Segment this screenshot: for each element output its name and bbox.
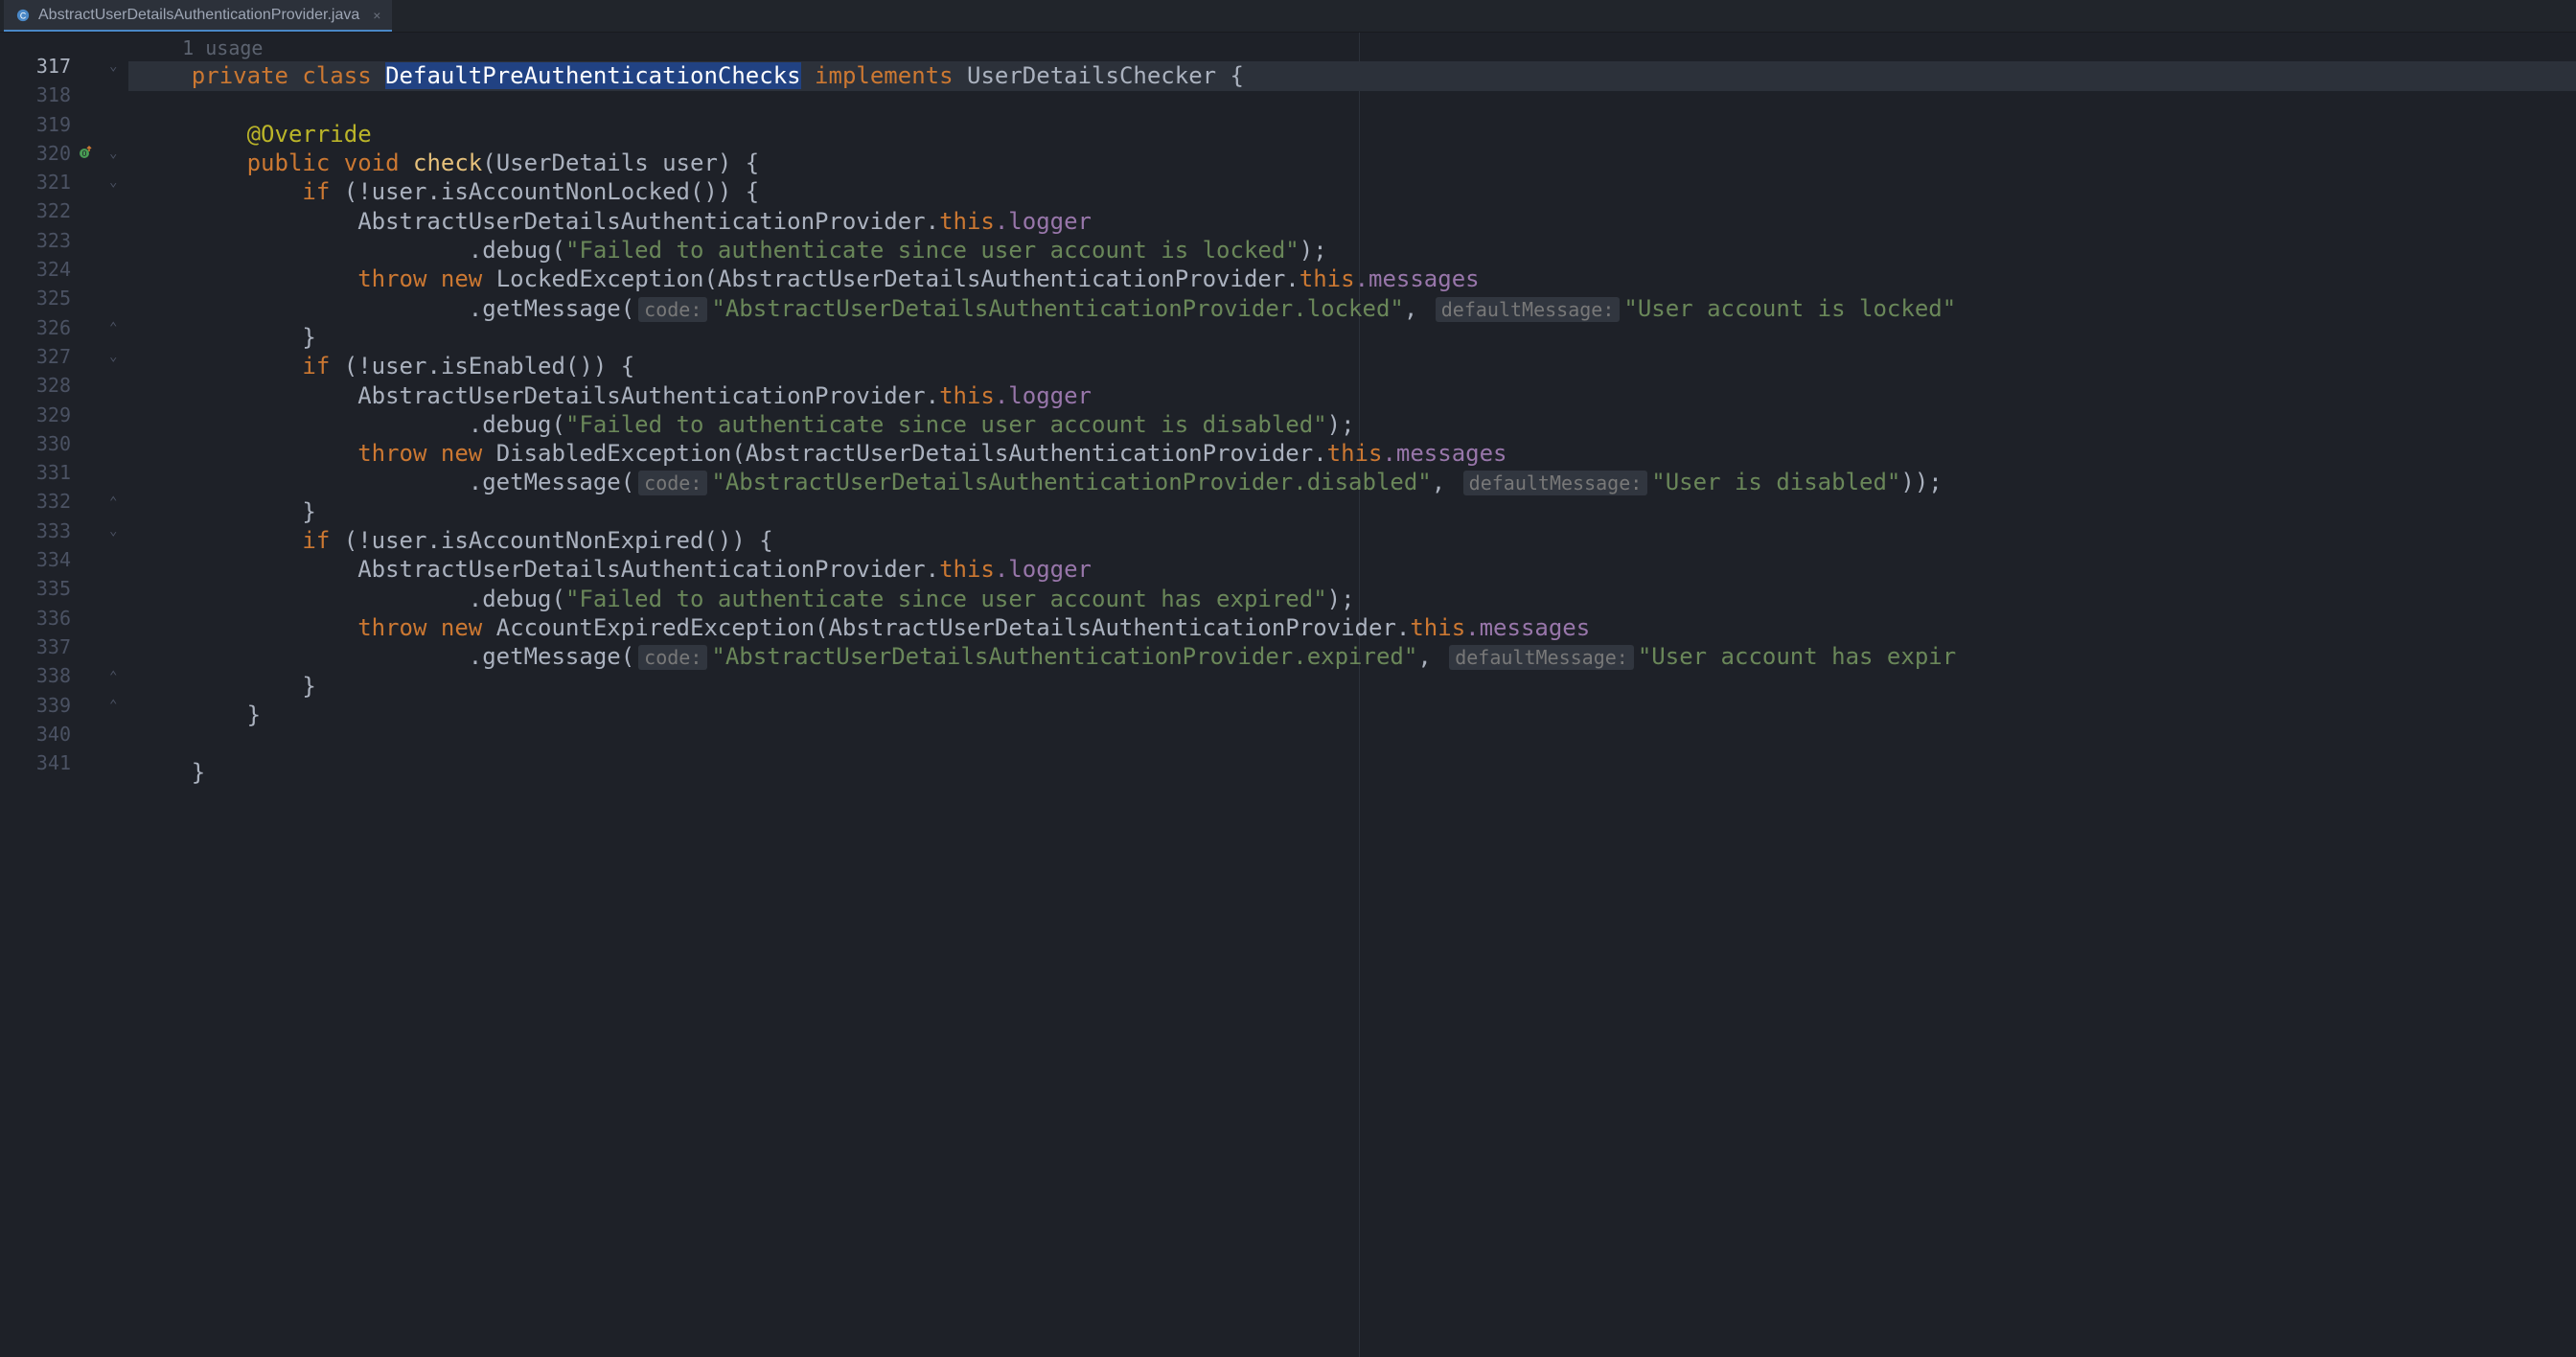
line-number[interactable]: 331 — [0, 458, 71, 487]
code-line[interactable]: .getMessage(code:"AbstractUserDetailsAut… — [128, 642, 2576, 671]
code-line[interactable]: public void check(UserDetails user) { — [128, 149, 2576, 177]
fold-marker-icon[interactable]: ⌃ — [109, 313, 117, 342]
code-line[interactable]: throw new LockedException(AbstractUserDe… — [128, 264, 2576, 293]
line-number[interactable]: 318 — [0, 80, 71, 109]
fold-marker-icon[interactable]: ⌄ — [109, 342, 117, 371]
line-number[interactable]: 317 — [0, 52, 71, 80]
line-number[interactable]: 332 — [0, 487, 71, 516]
line-number[interactable]: 341 — [0, 748, 71, 777]
line-number[interactable]: 338 — [0, 661, 71, 690]
gutter: 317 318 319 320 321 322 323 324 325 326 … — [0, 33, 105, 1357]
code-line[interactable]: AbstractUserDetailsAuthenticationProvide… — [128, 555, 2576, 584]
code-line[interactable] — [128, 729, 2576, 758]
code-line[interactable]: AbstractUserDetailsAuthenticationProvide… — [128, 207, 2576, 236]
fold-marker-icon[interactable]: ⌃ — [109, 488, 117, 517]
line-number[interactable]: 327 — [0, 342, 71, 371]
fold-marker-icon[interactable]: ⌄ — [109, 52, 117, 80]
code-line[interactable]: .getMessage(code:"AbstractUserDetailsAut… — [128, 294, 2576, 323]
fold-marker-icon[interactable]: ⌃ — [109, 691, 117, 720]
file-tab[interactable]: C AbstractUserDetailsAuthenticationProvi… — [4, 0, 392, 32]
line-number[interactable]: 323 — [0, 226, 71, 255]
line-number[interactable]: 329 — [0, 401, 71, 429]
fold-marker-icon[interactable]: ⌄ — [109, 168, 117, 196]
code-line[interactable]: AbstractUserDetailsAuthenticationProvide… — [128, 381, 2576, 410]
code-line[interactable]: @Override — [128, 120, 2576, 149]
line-number[interactable]: 321 — [0, 168, 71, 196]
editor-body: 317 318 319 320 321 322 323 324 325 326 … — [0, 33, 2576, 1357]
line-number[interactable]: 335 — [0, 574, 71, 603]
close-icon[interactable]: × — [373, 8, 380, 23]
line-number[interactable]: 320 — [0, 139, 71, 168]
code-line[interactable]: if (!user.isAccountNonExpired()) { — [128, 526, 2576, 555]
line-number[interactable]: 328 — [0, 371, 71, 400]
code-line[interactable]: if (!user.isAccountNonLocked()) { — [128, 177, 2576, 206]
code-line[interactable]: .getMessage(code:"AbstractUserDetailsAut… — [128, 468, 2576, 496]
tab-bar: C AbstractUserDetailsAuthenticationProvi… — [0, 0, 2576, 33]
line-number[interactable]: 336 — [0, 604, 71, 632]
code-line[interactable]: } — [128, 497, 2576, 526]
line-number[interactable]: 334 — [0, 545, 71, 574]
override-gutter-icon[interactable]: O — [77, 142, 96, 161]
parameter-hint: defaultMessage: — [1463, 471, 1648, 495]
code-area[interactable]: 1 usage private class DefaultPreAuthenti… — [128, 33, 2576, 1357]
line-number[interactable]: 330 — [0, 429, 71, 458]
line-number[interactable]: 325 — [0, 284, 71, 312]
code-line[interactable]: 1 usage — [128, 33, 2576, 61]
parameter-hint: code: — [638, 645, 707, 670]
code-line[interactable]: } — [128, 758, 2576, 787]
code-line[interactable]: } — [128, 323, 2576, 352]
line-number[interactable]: 333 — [0, 517, 71, 545]
line-number[interactable]: 326 — [0, 313, 71, 342]
code-line[interactable]: throw new AccountExpiredException(Abstra… — [128, 613, 2576, 642]
svg-text:O: O — [82, 150, 87, 158]
code-line[interactable]: if (!user.isEnabled()) { — [128, 352, 2576, 380]
code-line[interactable]: } — [128, 701, 2576, 729]
code-line[interactable]: .debug("Failed to authenticate since use… — [128, 585, 2576, 613]
line-number[interactable]: 339 — [0, 691, 71, 720]
line-number[interactable]: 322 — [0, 196, 71, 225]
parameter-hint: defaultMessage: — [1449, 645, 1634, 670]
code-line[interactable]: .debug("Failed to authenticate since use… — [128, 236, 2576, 264]
code-line[interactable]: private class DefaultPreAuthenticationCh… — [128, 61, 2576, 90]
code-line[interactable]: throw new DisabledException(AbstractUser… — [128, 439, 2576, 468]
line-number[interactable]: 319 — [0, 110, 71, 139]
fold-marker-icon[interactable]: ⌄ — [109, 139, 117, 168]
fold-marker-icon[interactable]: ⌃ — [109, 662, 117, 691]
code-line[interactable]: } — [128, 672, 2576, 701]
java-class-icon: C — [15, 8, 31, 23]
tab-filename: AbstractUserDetailsAuthenticationProvide… — [38, 7, 359, 24]
parameter-hint: defaultMessage: — [1436, 297, 1621, 322]
line-number[interactable]: 324 — [0, 255, 71, 284]
code-line[interactable] — [128, 91, 2576, 120]
line-number[interactable]: 340 — [0, 720, 71, 748]
parameter-hint: code: — [638, 297, 707, 322]
parameter-hint: code: — [638, 471, 707, 495]
code-line[interactable]: .debug("Failed to authenticate since use… — [128, 410, 2576, 439]
fold-column: ⌄ ⌄ ⌄ ⌃ ⌄ ⌃ ⌄ ⌃ ⌃ — [105, 33, 128, 1357]
fold-marker-icon[interactable]: ⌄ — [109, 517, 117, 545]
line-number[interactable]: 337 — [0, 632, 71, 661]
svg-text:C: C — [20, 11, 26, 20]
editor-container: C AbstractUserDetailsAuthenticationProvi… — [0, 0, 2576, 1357]
